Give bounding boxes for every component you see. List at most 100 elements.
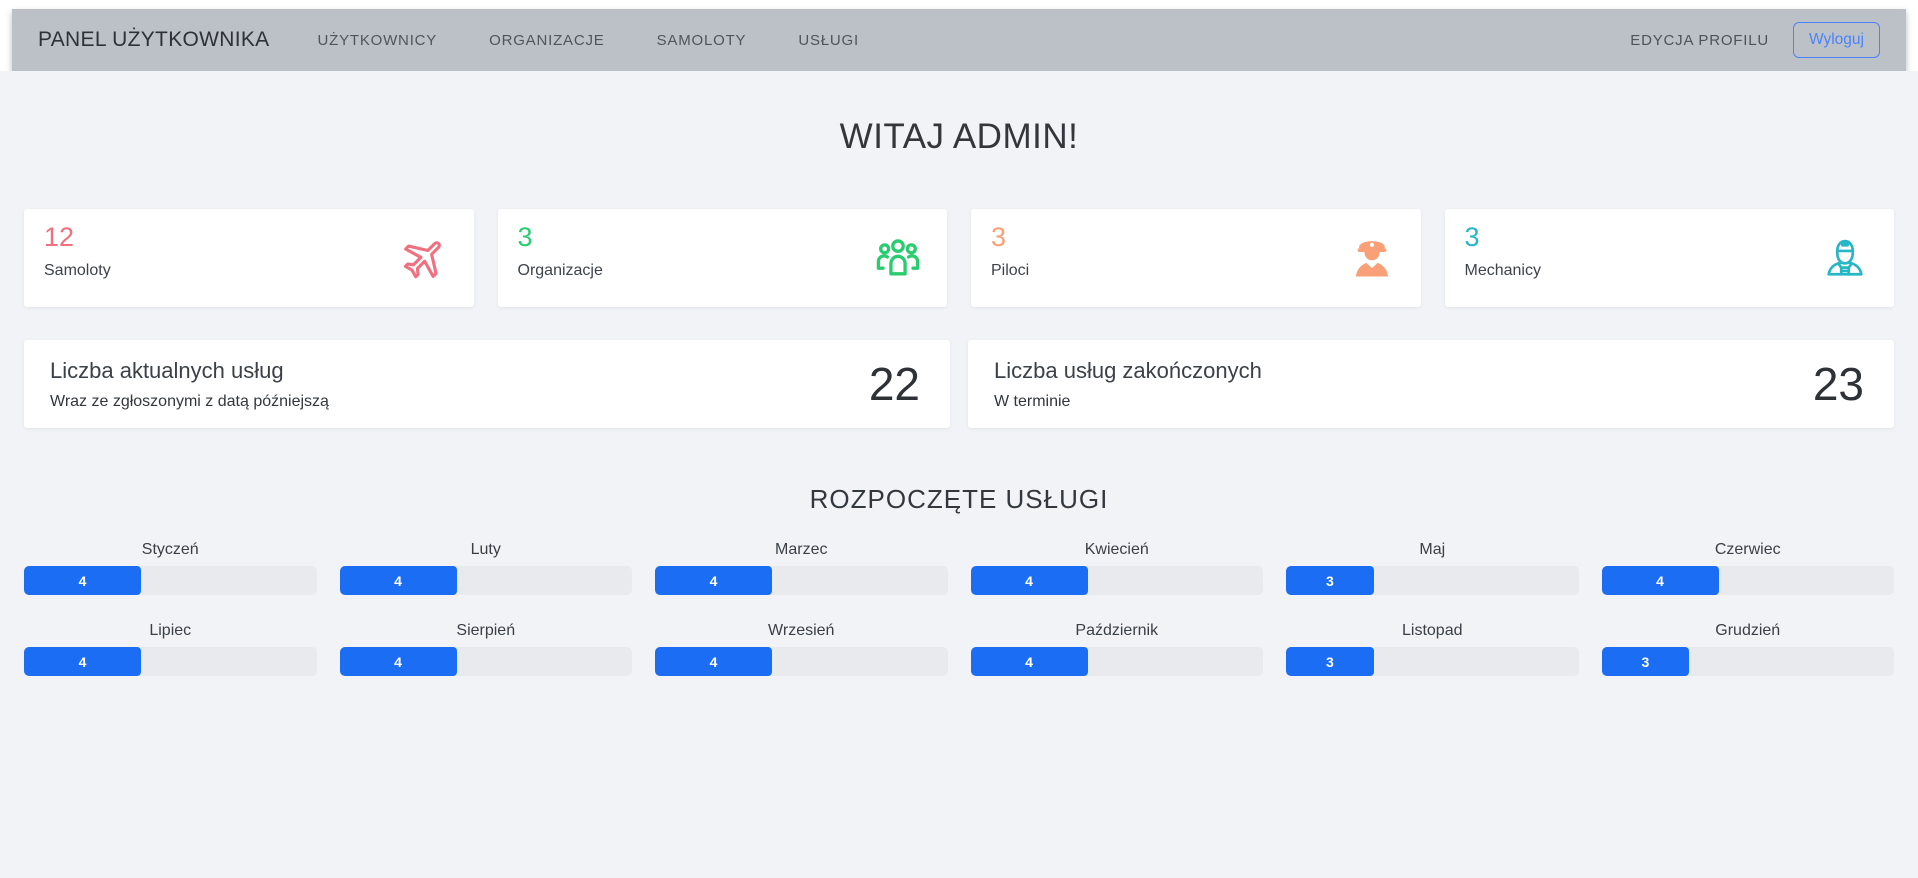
main-content: WITAJ ADMIN! 12 Samoloty 3 Organizacje 3…: [0, 71, 1918, 878]
section-title-started-services: ROZPOCZĘTE USŁUGI: [809, 484, 1109, 514]
stat-card-samoloty: 12 Samoloty: [24, 209, 474, 307]
stats-row: 12 Samoloty 3 Organizacje 3 Piloci 3 Mec…: [24, 209, 1894, 307]
month-progress: Październik 4: [970, 622, 1263, 676]
progress-value: 4: [709, 653, 718, 670]
month-label: Luty: [470, 541, 501, 558]
month-progress: Sierpień 4: [339, 622, 632, 676]
mechanic-icon: [1820, 233, 1870, 283]
month-progress: Listopad 3: [1286, 622, 1579, 676]
progress-fill: 4: [339, 647, 457, 676]
progress-fill: 4: [24, 647, 141, 676]
progress-track: 3: [1286, 647, 1579, 676]
stat-value: 3: [517, 222, 533, 252]
nav-item-uzytkownicy[interactable]: UŻYTKOWNICY: [317, 32, 437, 49]
month-progress: Kwiecień 4: [970, 541, 1263, 595]
progress-track: 4: [655, 566, 948, 595]
progress-track: 4: [655, 647, 948, 676]
progress-fill: 3: [1286, 647, 1374, 676]
progress-fill: 4: [24, 566, 141, 595]
month-progress: Styczeń 4: [24, 541, 317, 595]
progress-track: 3: [1286, 566, 1579, 595]
stat-card-mechanicy: 3 Mechanicy: [1444, 209, 1894, 307]
navbar-brand[interactable]: PANEL UŻYTKOWNIKA: [38, 28, 269, 52]
progress-value: 3: [1325, 653, 1334, 670]
stat-label: Organizacje: [517, 262, 603, 279]
month-label: Lipiec: [149, 622, 192, 639]
summary-subtitle: Wraz ze zgłoszonymi z datą późniejszą: [50, 392, 329, 410]
progress-value: 4: [709, 572, 718, 589]
nav-item-samoloty[interactable]: SAMOLOTY: [657, 32, 747, 49]
progress-value: 4: [1656, 572, 1664, 589]
summary-subtitle: W terminie: [994, 392, 1071, 410]
progress-track: 4: [339, 566, 632, 595]
progress-track: 4: [24, 566, 317, 595]
stat-label: Mechanicy: [1464, 262, 1541, 279]
progress-fill: 4: [339, 566, 457, 595]
logout-button[interactable]: Wyloguj: [1793, 22, 1880, 58]
month-label: Styczeń: [141, 541, 199, 558]
month-progress: Czerwiec 4: [1601, 541, 1894, 595]
month-label: Sierpień: [456, 622, 516, 639]
progress-value: 3: [1325, 572, 1334, 589]
summary-title: Liczba aktualnych usług: [50, 357, 284, 383]
nav-right: EDYCJA PROFILU Wyloguj: [1630, 22, 1880, 58]
progress-value: 3: [1641, 653, 1650, 670]
progress-fill: 4: [655, 566, 772, 595]
summary-row: Liczba aktualnych usług Wraz ze zgłoszon…: [24, 340, 1894, 428]
stat-card-piloci: 3 Piloci: [971, 209, 1421, 307]
progress-track: 4: [970, 566, 1263, 595]
progress-value: 4: [1025, 572, 1033, 589]
month-progress: Wrzesień 4: [655, 622, 948, 676]
month-progress: Luty 4: [339, 541, 632, 595]
progress-fill: 3: [1601, 647, 1690, 676]
nav-item-organizacje[interactable]: ORGANIZACJE: [489, 32, 604, 49]
summary-value: 23: [1812, 358, 1864, 410]
months-grid: Styczeń 4 Luty 4 Marzec 4 Kwiecień 4 Maj 3 Czerwie…: [24, 541, 1894, 676]
progress-track: 4: [339, 647, 632, 676]
month-label: Grudzień: [1715, 622, 1781, 639]
month-label: Wrzesień: [768, 622, 835, 639]
progress-track: 4: [24, 647, 317, 676]
month-label: Maj: [1419, 541, 1446, 558]
month-progress: Grudzień 3: [1601, 622, 1894, 676]
progress-value: 4: [78, 653, 87, 670]
progress-fill: 4: [1601, 566, 1719, 595]
progress-track: 4: [970, 647, 1263, 676]
navbar: PANEL UŻYTKOWNIKA UŻYTKOWNICY ORGANIZACJ…: [12, 9, 1906, 71]
topbar-wrap: PANEL UŻYTKOWNIKA UŻYTKOWNICY ORGANIZACJ…: [0, 0, 1918, 71]
month-label: Listopad: [1402, 622, 1463, 639]
stat-value: 3: [991, 222, 1007, 252]
profile-edit-link[interactable]: EDYCJA PROFILU: [1630, 32, 1769, 49]
month-label: Czerwiec: [1714, 541, 1781, 558]
summary-card-finished-services: Liczba usług zakończonych W terminie 23: [968, 340, 1894, 428]
stat-value: 3: [1464, 222, 1480, 252]
summary-value: 22: [868, 358, 920, 410]
nav-links: UŻYTKOWNICY ORGANIZACJE SAMOLOTY USŁUGI: [317, 32, 859, 49]
stat-card-organizacje: 3 Organizacje: [497, 209, 947, 307]
progress-fill: 3: [1286, 566, 1374, 595]
progress-fill: 4: [970, 566, 1088, 595]
summary-title: Liczba usług zakończonych: [994, 357, 1262, 383]
nav-item-uslugi[interactable]: USŁUGI: [798, 32, 859, 49]
progress-fill: 4: [655, 647, 772, 676]
summary-card-current-services: Liczba aktualnych usług Wraz ze zgłoszon…: [24, 340, 950, 428]
stat-value: 12: [44, 222, 75, 252]
progress-track: 4: [1601, 566, 1894, 595]
stat-label: Samoloty: [44, 262, 111, 279]
pilot-icon: [1347, 233, 1397, 283]
month-progress: Marzec 4: [655, 541, 948, 595]
page-title: WITAJ ADMIN!: [839, 117, 1079, 156]
month-label: Kwiecień: [1084, 541, 1149, 558]
progress-value: 4: [394, 572, 402, 589]
progress-value: 4: [1025, 653, 1033, 670]
stat-label: Piloci: [991, 262, 1030, 279]
progress-track: 3: [1601, 647, 1894, 676]
plane-icon: [400, 233, 450, 283]
month-progress: Maj 3: [1286, 541, 1579, 595]
progress-value: 4: [78, 572, 87, 589]
progress-value: 4: [394, 653, 402, 670]
progress-fill: 4: [970, 647, 1088, 676]
month-label: Marzec: [775, 541, 828, 558]
group-icon: [873, 233, 923, 283]
month-progress: Lipiec 4: [24, 622, 317, 676]
